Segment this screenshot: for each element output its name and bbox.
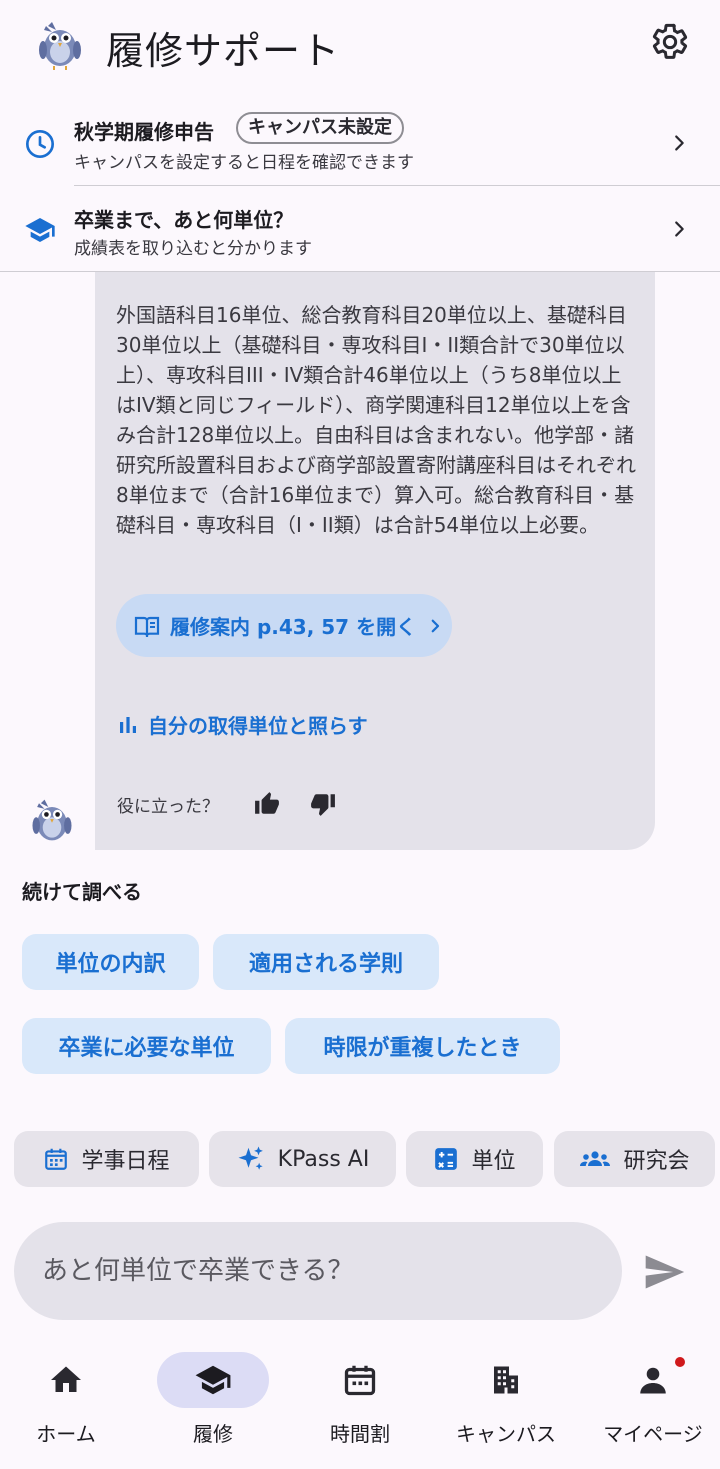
gear-icon[interactable] bbox=[650, 22, 690, 62]
group-icon bbox=[580, 1151, 611, 1166]
sparkle-icon bbox=[238, 1146, 263, 1170]
chevron-right-icon bbox=[675, 135, 684, 151]
nav-label: キャンパス bbox=[456, 1422, 556, 1446]
nav-label: 履修 bbox=[193, 1422, 233, 1446]
nav-label: 時間割 bbox=[330, 1422, 390, 1446]
open-guide-button[interactable]: 履修案内 p.43, 57 を開く bbox=[116, 594, 452, 657]
nav-item-timetable[interactable]: 時間割 bbox=[288, 1352, 432, 1462]
graduation-subtitle: 成績表を取り込むと分かります bbox=[74, 239, 312, 259]
suggestion-chip[interactable]: 単位の内訳 bbox=[22, 934, 199, 990]
nav-label: マイページ bbox=[603, 1422, 703, 1446]
chat-input[interactable] bbox=[42, 1222, 602, 1320]
graduation-card[interactable]: 卒業まで、あと何単位？ 成績表を取り込むと分かります bbox=[0, 186, 720, 272]
seminar-button[interactable]: 研究会 bbox=[554, 1131, 715, 1187]
kpass-ai-button[interactable]: KPass AI bbox=[209, 1131, 396, 1187]
graduation-cap-icon bbox=[25, 218, 55, 242]
bird-mascot-icon bbox=[32, 799, 72, 841]
assistant-message-text: 外国語科目16単位、総合教育科目20単位以上、基礎科目30単位以上（基礎科目・専… bbox=[116, 303, 636, 537]
calculator-icon bbox=[435, 1148, 458, 1170]
credits-button[interactable]: 単位 bbox=[406, 1131, 543, 1187]
kpass-ai-label: KPass AI bbox=[277, 1146, 370, 1172]
chat-input-container bbox=[14, 1222, 622, 1320]
nav-item-home[interactable]: ホーム bbox=[0, 1352, 138, 1462]
suggestion-chip[interactable]: 時限が重複したとき bbox=[285, 1018, 560, 1074]
bar-chart-icon bbox=[120, 716, 136, 733]
suggestion-chip[interactable]: 適用される学則 bbox=[213, 934, 439, 990]
compare-credits-label: 自分の取得単位と照らす bbox=[148, 714, 368, 738]
notification-dot bbox=[675, 1357, 685, 1367]
feedback-label: 役に立った？ bbox=[117, 797, 219, 817]
nav-item-mypage[interactable]: マイページ bbox=[581, 1352, 720, 1462]
seminar-label: 研究会 bbox=[623, 1149, 690, 1174]
graduation-title: 卒業まで、あと何単位？ bbox=[74, 208, 294, 232]
continue-heading: 続けて調べる bbox=[22, 880, 142, 904]
book-icon bbox=[134, 616, 160, 637]
home-icon bbox=[51, 1366, 81, 1392]
campus-status-badge: キャンパス未設定 bbox=[236, 112, 404, 144]
calendar-icon bbox=[45, 1148, 68, 1170]
registration-subtitle: キャンパスを設定すると日程を確認できます bbox=[74, 153, 414, 173]
clock-icon bbox=[26, 130, 54, 158]
app-header: 履修サポート bbox=[0, 0, 720, 92]
nav-label: ホーム bbox=[36, 1422, 96, 1446]
page-title: 履修サポート bbox=[106, 29, 341, 73]
chevron-right-icon bbox=[431, 619, 440, 632]
calendar-grid-icon bbox=[344, 1365, 376, 1396]
compare-credits-link[interactable]: 自分の取得単位と照らす bbox=[118, 710, 368, 739]
send-icon[interactable] bbox=[640, 1250, 688, 1294]
thumbs-down-icon[interactable] bbox=[310, 791, 336, 817]
suggestion-chip[interactable]: 卒業に必要な単位 bbox=[22, 1018, 271, 1074]
thumbs-up-icon[interactable] bbox=[254, 791, 280, 817]
academic-calendar-label: 学事日程 bbox=[81, 1149, 170, 1174]
credits-label: 単位 bbox=[471, 1149, 516, 1174]
building-icon bbox=[494, 1366, 518, 1394]
academic-calendar-button[interactable]: 学事日程 bbox=[14, 1131, 199, 1187]
chevron-right-icon bbox=[675, 221, 684, 237]
nav-item-campus[interactable]: キャンパス bbox=[434, 1352, 578, 1462]
nav-item-registration[interactable]: 履修 bbox=[141, 1352, 285, 1462]
graduation-cap-icon bbox=[195, 1365, 231, 1395]
open-guide-label: 履修案内 p.43, 57 を開く bbox=[170, 615, 417, 639]
person-icon bbox=[640, 1367, 666, 1394]
bird-mascot-icon bbox=[39, 22, 81, 70]
registration-title: 秋学期履修申告 bbox=[74, 120, 214, 144]
